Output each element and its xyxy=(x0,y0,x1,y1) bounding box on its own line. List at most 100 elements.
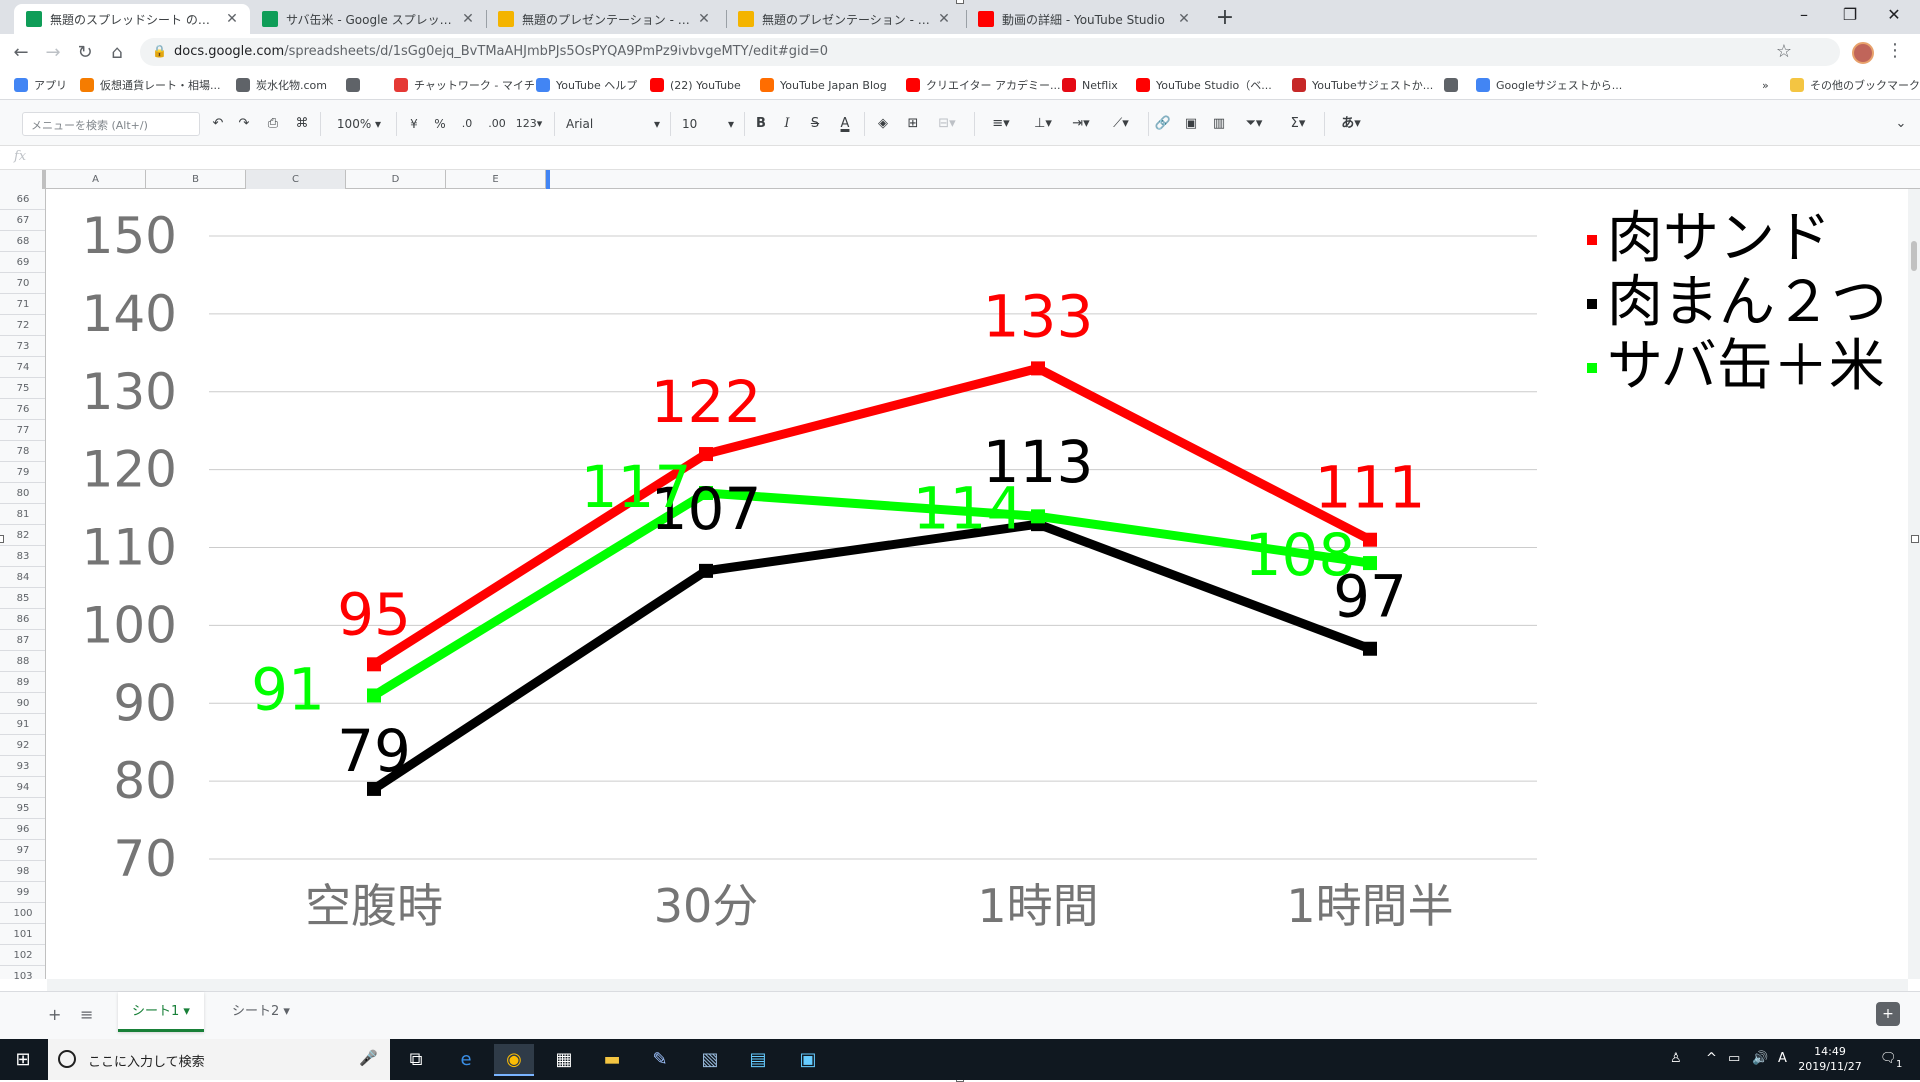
row-header[interactable]: 97 xyxy=(0,840,45,861)
row-header[interactable]: 71 xyxy=(0,294,45,315)
increase-decimal-button[interactable]: .00 xyxy=(484,113,510,135)
row-header[interactable]: 103 xyxy=(0,966,45,979)
row-header[interactable]: 74 xyxy=(0,357,45,378)
system-clock[interactable]: 14:49 2019/11/27 xyxy=(1794,1044,1866,1074)
people-icon[interactable]: ♙ xyxy=(1670,1051,1682,1066)
bookmark-item[interactable]: 炭水化物.com xyxy=(236,76,327,94)
screen-capture-app-icon[interactable]: ▤ xyxy=(738,1044,778,1076)
bookmarks-overflow-button[interactable]: » xyxy=(1762,76,1769,94)
bookmark-item[interactable] xyxy=(346,76,366,94)
task-view-icon[interactable]: ⧉ xyxy=(396,1044,436,1076)
text-wrapping-icon[interactable]: ⇥▾ xyxy=(1064,113,1098,135)
undo-icon[interactable]: ↶ xyxy=(208,113,228,135)
vertical-align-icon[interactable]: ⊥▾ xyxy=(1026,113,1060,135)
bookmark-item[interactable]: チャットワーク - マイチ... xyxy=(394,76,545,94)
recorder-app-icon[interactable]: ▣ xyxy=(788,1044,828,1076)
redo-icon[interactable]: ↷ xyxy=(234,113,254,135)
forward-icon[interactable]: → xyxy=(40,40,66,66)
chrome-browser-icon[interactable]: ◉ xyxy=(494,1044,534,1076)
row-header[interactable]: 89 xyxy=(0,672,45,693)
bookmark-item[interactable]: YouTubeサジェストか... xyxy=(1292,76,1433,94)
browser-menu-icon[interactable]: ⋮ xyxy=(1886,40,1904,61)
row-header[interactable]: 67 xyxy=(0,210,45,231)
ime-mode-indicator[interactable]: A xyxy=(1778,1051,1787,1066)
bookmark-item[interactable]: アプリ xyxy=(14,76,67,94)
row-header[interactable]: 88 xyxy=(0,651,45,672)
functions-icon[interactable]: Σ▾ xyxy=(1280,113,1316,135)
paint-format-icon[interactable]: ⌘ xyxy=(292,113,312,135)
reload-icon[interactable]: ↻ xyxy=(72,40,98,66)
bookmark-item[interactable]: Netflix xyxy=(1062,76,1118,94)
column-header[interactable]: C xyxy=(246,170,346,189)
chart-resize-handle[interactable] xyxy=(1911,535,1919,543)
explore-button[interactable]: + xyxy=(1876,1002,1900,1026)
menu-search-input[interactable]: メニューを検索 (Alt+/) xyxy=(22,112,200,136)
row-header[interactable]: 70 xyxy=(0,273,45,294)
row-header[interactable]: 81 xyxy=(0,504,45,525)
tray-expand-icon[interactable]: ^ xyxy=(1706,1051,1717,1066)
row-header[interactable]: 82 xyxy=(0,525,45,546)
horizontal-align-icon[interactable]: ≡▾ xyxy=(984,113,1018,135)
volume-icon[interactable]: 🔊 xyxy=(1752,1051,1768,1066)
action-center-icon[interactable]: 🗨 xyxy=(1880,1051,1897,1066)
browser-tab[interactable]: 無題のスプレッドシート のコピー のコピー ✕ xyxy=(14,4,250,34)
select-all-corner[interactable] xyxy=(0,170,46,189)
sheet-grid[interactable]: 150 140 130 120 110 100 90 80 70 空腹時 30分 1時間 1時間半 95 1… xyxy=(47,189,1907,979)
italic-button[interactable]: I xyxy=(778,113,796,135)
row-header[interactable]: 85 xyxy=(0,588,45,609)
column-header[interactable]: E xyxy=(446,170,546,189)
browser-tab[interactable]: 無題のプレゼンテーション - Google スライド ✕ xyxy=(486,4,722,34)
borders-icon[interactable]: ⊞ xyxy=(902,113,924,135)
bookmark-item[interactable] xyxy=(1444,76,1464,94)
column-header[interactable]: B xyxy=(146,170,246,189)
microphone-icon[interactable]: 🎤 xyxy=(359,1049,378,1067)
network-icon[interactable]: ▭ xyxy=(1728,1051,1740,1066)
text-rotation-icon[interactable]: ⟋▾ xyxy=(1102,113,1140,135)
row-header[interactable]: 79 xyxy=(0,462,45,483)
row-header[interactable]: 84 xyxy=(0,567,45,588)
close-window-button[interactable]: ✕ xyxy=(1866,0,1920,30)
text-color-button[interactable]: A xyxy=(834,113,856,135)
row-header[interactable]: 80 xyxy=(0,483,45,504)
file-explorer-icon[interactable]: ▬ xyxy=(592,1044,632,1076)
print-icon[interactable]: ⎙ xyxy=(262,113,284,135)
chart-resize-handle[interactable] xyxy=(956,0,964,4)
row-header[interactable]: 69 xyxy=(0,252,45,273)
currency-format-button[interactable]: ¥ xyxy=(406,113,422,135)
decrease-decimal-button[interactable]: .0 xyxy=(456,113,478,135)
row-header[interactable]: 101 xyxy=(0,924,45,945)
url-text[interactable]: docs.google.com/spreadsheets/d/1sGg0ejq_… xyxy=(174,44,828,59)
row-header[interactable]: 91 xyxy=(0,714,45,735)
close-tab-icon[interactable]: ✕ xyxy=(224,11,240,27)
bookmark-item[interactable]: YouTube Japan Blog xyxy=(760,76,887,94)
row-header[interactable]: 99 xyxy=(0,882,45,903)
vertical-scrollbar[interactable] xyxy=(1908,189,1920,979)
bookmark-item[interactable]: (22) YouTube xyxy=(650,76,741,94)
close-tab-icon[interactable]: ✕ xyxy=(696,11,712,27)
close-tab-icon[interactable]: ✕ xyxy=(460,11,476,27)
zoom-select[interactable]: 100% ▾ xyxy=(330,113,388,135)
row-header[interactable]: 72 xyxy=(0,315,45,336)
bold-button[interactable]: B xyxy=(752,113,770,135)
bookmark-item[interactable]: 仮想通貨レート・相場... xyxy=(80,76,221,94)
edge-browser-icon[interactable]: e xyxy=(446,1044,486,1076)
row-header[interactable]: 102 xyxy=(0,945,45,966)
row-header[interactable]: 78 xyxy=(0,441,45,462)
horizontal-scrollbar[interactable] xyxy=(47,979,1908,991)
address-bar[interactable]: 🔒 docs.google.com/spreadsheets/d/1sGg0ej… xyxy=(140,38,1840,66)
taskbar-search-box[interactable]: ここに入力して検索 🎤 xyxy=(48,1039,390,1080)
column-header[interactable]: A xyxy=(46,170,146,189)
sheet-tab-2[interactable]: シート2 ▾ xyxy=(218,992,304,1032)
browser-tab[interactable]: 無題のプレゼンテーション - Google スライド ✕ xyxy=(726,4,962,34)
bookmark-item[interactable]: YouTube Studio（ベ... xyxy=(1136,76,1272,94)
bookmark-item[interactable]: YouTube ヘルプ xyxy=(536,76,637,94)
bookmark-star-icon[interactable]: ☆ xyxy=(1776,41,1792,62)
more-formats-button[interactable]: 123▾ xyxy=(512,113,546,135)
row-header[interactable]: 98 xyxy=(0,861,45,882)
freeze-column-handle[interactable] xyxy=(546,170,550,189)
browser-tab[interactable]: サバ缶米 - Google スプレッドシート ✕ xyxy=(250,4,486,34)
input-tools-button[interactable]: あ▾ xyxy=(1332,113,1370,135)
row-header[interactable]: 75 xyxy=(0,378,45,399)
collapse-menu-icon[interactable]: ⌄ xyxy=(1890,113,1912,135)
strikethrough-button[interactable]: S xyxy=(806,113,824,135)
